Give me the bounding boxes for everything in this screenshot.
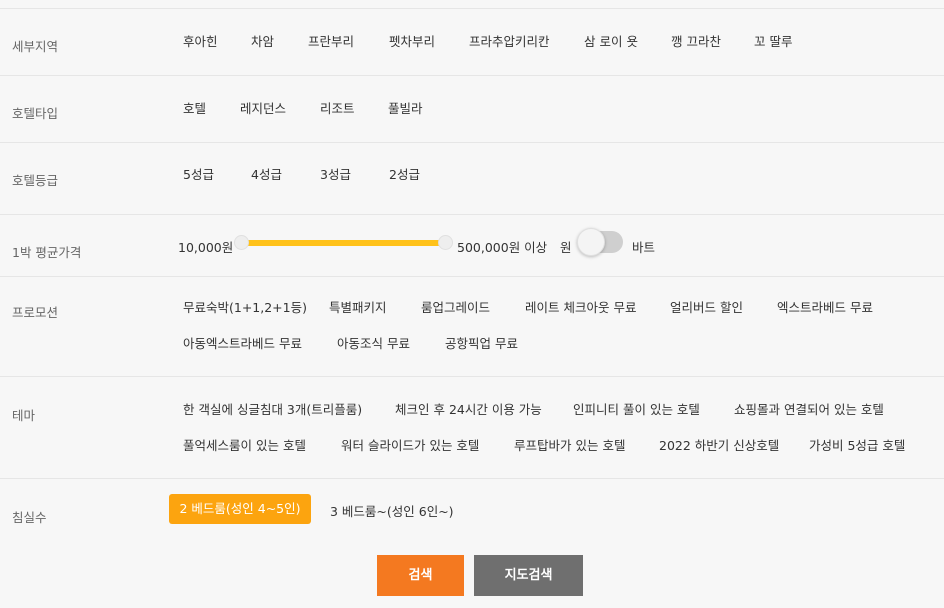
price-min-handle[interactable] — [234, 235, 249, 250]
theme-option-8[interactable]: 2022 하반기 신상호텔 — [659, 435, 779, 454]
bedrooms-option-3[interactable]: 3 베드룸~(성인 6인~) — [330, 501, 454, 520]
hotel-grade-option-1[interactable]: 5성급 — [183, 164, 214, 183]
filter-label-hotel-type: 호텔타입 — [12, 106, 59, 121]
promotion-option-1[interactable]: 무료숙박(1+1,2+1등) — [183, 297, 307, 316]
currency-won-label: 원 — [560, 240, 572, 255]
filter-row-hotel-type: 호텔타입 — [0, 75, 944, 142]
theme-option-2[interactable]: 체크인 후 24시간 이용 가능 — [395, 399, 542, 418]
currency-baht-label: 바트 — [632, 240, 656, 255]
district-option-4[interactable]: 펫차부리 — [389, 31, 435, 50]
district-option-6[interactable]: 삼 로이 욧 — [584, 31, 638, 50]
theme-option-7[interactable]: 루프탑바가 있는 호텔 — [514, 435, 625, 454]
filter-label-theme: 테마 — [12, 408, 36, 423]
promotion-option-5[interactable]: 얼리버드 할인 — [670, 297, 743, 316]
theme-option-4[interactable]: 쇼핑몰과 연결되어 있는 호텔 — [734, 399, 884, 418]
price-max-handle[interactable] — [438, 235, 453, 250]
currency-toggle-thumb[interactable] — [577, 228, 605, 256]
promotion-option-7[interactable]: 아동엑스트라베드 무료 — [183, 333, 302, 352]
theme-option-6[interactable]: 워터 슬라이드가 있는 호텔 — [341, 435, 479, 454]
district-option-8[interactable]: 꼬 딸루 — [754, 31, 792, 50]
bedrooms-option-2-selected[interactable]: 2 베드룸(성인 4~5인) — [169, 494, 311, 524]
promotion-option-9[interactable]: 공항픽업 무료 — [445, 333, 518, 352]
promotion-option-4[interactable]: 레이트 체크아웃 무료 — [525, 297, 636, 316]
hotel-grade-option-4[interactable]: 2성급 — [389, 164, 420, 183]
search-button[interactable]: 검색 — [377, 555, 464, 596]
filter-label-district: 세부지역 — [12, 39, 59, 54]
district-option-3[interactable]: 프란부리 — [308, 31, 354, 50]
price-range-track[interactable] — [241, 240, 445, 246]
theme-option-3[interactable]: 인피니티 풀이 있는 호텔 — [573, 399, 700, 418]
filter-label-price: 1박 평균가격 — [12, 245, 82, 260]
promotion-option-8[interactable]: 아동조식 무료 — [337, 333, 410, 352]
filter-row-theme: 테마 — [0, 376, 944, 478]
district-option-5[interactable]: 프라추압키리칸 — [469, 31, 550, 50]
district-option-1[interactable]: 후아힌 — [183, 31, 218, 50]
price-min-label: 10,000원 — [178, 240, 234, 255]
hotel-type-option-1[interactable]: 호텔 — [183, 98, 206, 117]
theme-option-5[interactable]: 풀억세스룸이 있는 호텔 — [183, 435, 306, 454]
hotel-type-option-3[interactable]: 리조트 — [320, 98, 355, 117]
hotel-grade-option-2[interactable]: 4성급 — [251, 164, 282, 183]
currency-toggle[interactable] — [577, 228, 623, 256]
price-max-label: 500,000원 이상 — [457, 240, 548, 255]
district-option-2[interactable]: 차암 — [251, 31, 274, 50]
promotion-option-2[interactable]: 특별패키지 — [329, 297, 387, 316]
hotel-grade-option-3[interactable]: 3성급 — [320, 164, 351, 183]
hotel-type-option-4[interactable]: 풀빌라 — [388, 98, 423, 117]
filter-row-bedrooms: 침실수 — [0, 478, 944, 546]
hotel-type-option-2[interactable]: 레지던스 — [240, 98, 286, 117]
theme-option-9[interactable]: 가성비 5성급 호텔 — [809, 435, 905, 454]
filter-row-hotel-grade: 호텔등급 — [0, 142, 944, 214]
theme-option-1[interactable]: 한 객실에 싱글침대 3개(트리플룸) — [183, 399, 362, 418]
district-option-7[interactable]: 깽 끄라찬 — [671, 31, 721, 50]
promotion-option-6[interactable]: 엑스트라베드 무료 — [777, 297, 873, 316]
filter-label-hotel-grade: 호텔등급 — [12, 173, 59, 188]
map-search-button[interactable]: 지도검색 — [474, 555, 583, 596]
promotion-option-3[interactable]: 룸업그레이드 — [421, 297, 490, 316]
filter-label-promotion: 프로모션 — [12, 305, 59, 320]
filter-label-bedrooms: 침실수 — [12, 510, 47, 525]
filter-row-promotion: 프로모션 — [0, 276, 944, 376]
